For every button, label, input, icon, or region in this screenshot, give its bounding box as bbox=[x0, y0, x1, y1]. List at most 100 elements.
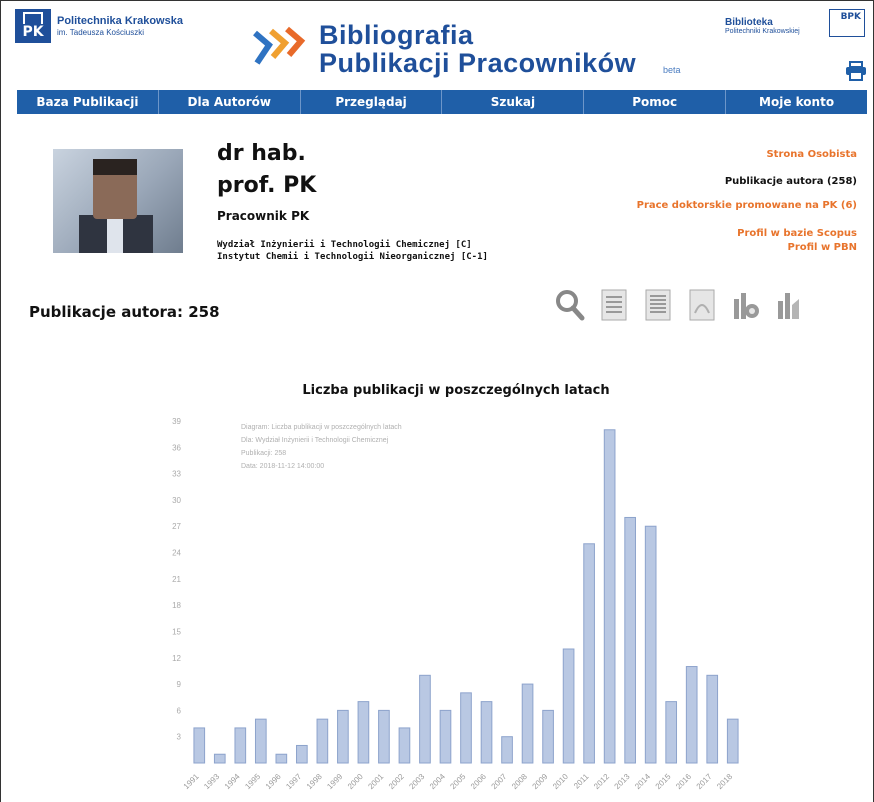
x-tick-label: 2018 bbox=[715, 772, 734, 791]
toolbar bbox=[555, 287, 805, 323]
link-phd-theses[interactable]: Prace doktorskie promowane na PK (6) bbox=[617, 199, 857, 213]
stats-icon[interactable] bbox=[731, 287, 761, 323]
x-tick-label: 1991 bbox=[182, 772, 201, 791]
chart-bar[interactable] bbox=[480, 701, 493, 764]
author-photo bbox=[53, 149, 183, 253]
chart-bar[interactable] bbox=[706, 674, 719, 764]
nav-moje-konto[interactable]: Moje konto bbox=[726, 90, 867, 114]
chart-bar[interactable] bbox=[296, 744, 308, 764]
library-name[interactable]: Biblioteka Politechniki Krakowskiej bbox=[725, 17, 800, 35]
x-tick-label: 1997 bbox=[284, 772, 303, 791]
chart-bar[interactable] bbox=[501, 736, 513, 764]
department-line1[interactable]: Wydział Inżynierii i Technologii Chemicz… bbox=[217, 239, 488, 251]
chart-bar[interactable] bbox=[624, 516, 636, 764]
photo-shirt bbox=[107, 215, 123, 253]
nav-pomoc[interactable]: Pomoc bbox=[584, 90, 727, 114]
x-tick-label: 2009 bbox=[531, 772, 550, 791]
crest-icon bbox=[23, 12, 43, 24]
x-tick-label: 2006 bbox=[469, 772, 488, 791]
chart-bar[interactable] bbox=[521, 683, 534, 764]
university-line2: im. Tadeusza Kościuszki bbox=[57, 28, 144, 37]
x-tick-label: 2004 bbox=[428, 772, 447, 791]
link-scopus-profile[interactable]: Profil w bazie Scopus bbox=[617, 227, 857, 241]
chart-bar[interactable] bbox=[254, 718, 267, 764]
x-tick-label: 1995 bbox=[243, 772, 262, 791]
library-line1: Biblioteka bbox=[725, 17, 773, 28]
y-tick-label: 30 bbox=[172, 496, 181, 505]
arrows-logo-icon bbox=[253, 26, 306, 65]
university-name[interactable]: Politechnika Krakowska im. Tadeusza Kośc… bbox=[57, 15, 183, 37]
chart-icon[interactable] bbox=[775, 287, 805, 323]
y-tick-label: 18 bbox=[172, 601, 181, 610]
author-title-line1: dr hab. bbox=[217, 141, 306, 166]
chart-bar[interactable] bbox=[644, 525, 657, 764]
printer-icon[interactable] bbox=[845, 61, 867, 81]
chart-bar[interactable] bbox=[316, 718, 329, 764]
chart-bar[interactable] bbox=[562, 648, 575, 764]
department-line2[interactable]: Instytut Chemii i Technologii Nieorganic… bbox=[217, 251, 488, 263]
nav-dla-autorow[interactable]: Dla Autorów bbox=[159, 90, 301, 114]
y-tick-label: 6 bbox=[177, 706, 182, 715]
x-tick-label: 2005 bbox=[448, 772, 467, 791]
y-tick-label: 12 bbox=[172, 654, 181, 663]
chart-bar[interactable] bbox=[583, 543, 595, 764]
nav-przegladaj[interactable]: Przeglądaj bbox=[301, 90, 443, 114]
chart-bar[interactable] bbox=[603, 429, 616, 764]
y-tick-label: 3 bbox=[177, 733, 182, 742]
chart-bar[interactable] bbox=[665, 701, 678, 764]
publications-chart: Liczba publikacji w poszczególnych latac… bbox=[1, 377, 874, 802]
list-detail-icon[interactable] bbox=[643, 287, 673, 323]
chart-bar[interactable] bbox=[398, 727, 411, 764]
main-nav: Baza Publikacji Dla Autorów Przeglądaj S… bbox=[17, 90, 867, 114]
link-author-publications[interactable]: Publikacje autora (258) bbox=[617, 176, 857, 187]
y-tick-label: 39 bbox=[172, 417, 181, 426]
chart-bar[interactable] bbox=[419, 674, 431, 764]
search-icon[interactable] bbox=[555, 287, 585, 323]
y-tick-label: 24 bbox=[172, 549, 181, 558]
link-personal-page[interactable]: Strona Osobista bbox=[617, 149, 857, 160]
x-tick-label: 1999 bbox=[325, 772, 344, 791]
y-tick-label: 21 bbox=[172, 575, 181, 584]
pdf-icon[interactable] bbox=[687, 287, 717, 323]
x-tick-label: 2008 bbox=[510, 772, 529, 791]
university-line1: Politechnika Krakowska bbox=[57, 15, 183, 27]
x-tick-label: 2001 bbox=[366, 772, 385, 791]
x-tick-label: 2002 bbox=[387, 772, 406, 791]
chart-bar[interactable] bbox=[234, 727, 247, 764]
list-icon[interactable] bbox=[599, 287, 629, 323]
pk-logo-text: PK bbox=[22, 24, 44, 40]
x-tick-label: 1994 bbox=[223, 772, 242, 791]
title-line1: Bibliografia bbox=[319, 20, 474, 50]
chart-bar[interactable] bbox=[357, 701, 370, 764]
beta-badge: beta bbox=[663, 65, 681, 75]
chart-bar[interactable] bbox=[439, 709, 452, 764]
x-tick-label: 1993 bbox=[202, 772, 221, 791]
chart-bar[interactable] bbox=[460, 692, 472, 764]
chart-bar[interactable] bbox=[542, 709, 554, 764]
nav-szukaj[interactable]: Szukaj bbox=[442, 90, 585, 114]
chart-bar[interactable] bbox=[378, 709, 390, 764]
nav-baza-publikacji[interactable]: Baza Publikacji bbox=[17, 90, 159, 114]
site-title[interactable]: Bibliografia Publikacji Pracowników beta bbox=[319, 20, 681, 77]
x-tick-label: 1998 bbox=[305, 772, 324, 791]
link-pbn-profile[interactable]: Profil w PBN bbox=[617, 241, 858, 255]
x-tick-label: 2010 bbox=[551, 772, 570, 791]
chart-bar[interactable] bbox=[726, 718, 739, 764]
chart-bar[interactable] bbox=[685, 666, 698, 764]
publications-count: Publikacje autora: 258 bbox=[29, 303, 220, 321]
x-tick-label: 2015 bbox=[654, 772, 673, 791]
x-tick-label: 2013 bbox=[613, 772, 632, 791]
bpk-logo[interactable]: BPK bbox=[829, 9, 865, 37]
y-tick-label: 15 bbox=[172, 627, 181, 636]
author-role: Pracownik PK bbox=[217, 209, 310, 223]
chart-bar[interactable] bbox=[213, 753, 226, 764]
y-tick-label: 33 bbox=[172, 470, 181, 479]
x-tick-label: 2012 bbox=[592, 772, 611, 791]
chart-bar[interactable] bbox=[275, 753, 288, 764]
x-tick-label: 2007 bbox=[490, 772, 509, 791]
chart-bar[interactable] bbox=[337, 709, 349, 764]
pk-logo[interactable]: PK bbox=[15, 9, 51, 43]
chart-bar[interactable] bbox=[193, 727, 206, 764]
y-tick-label: 36 bbox=[172, 443, 181, 452]
site-header: PK Politechnika Krakowska im. Tadeusza K… bbox=[1, 1, 873, 89]
